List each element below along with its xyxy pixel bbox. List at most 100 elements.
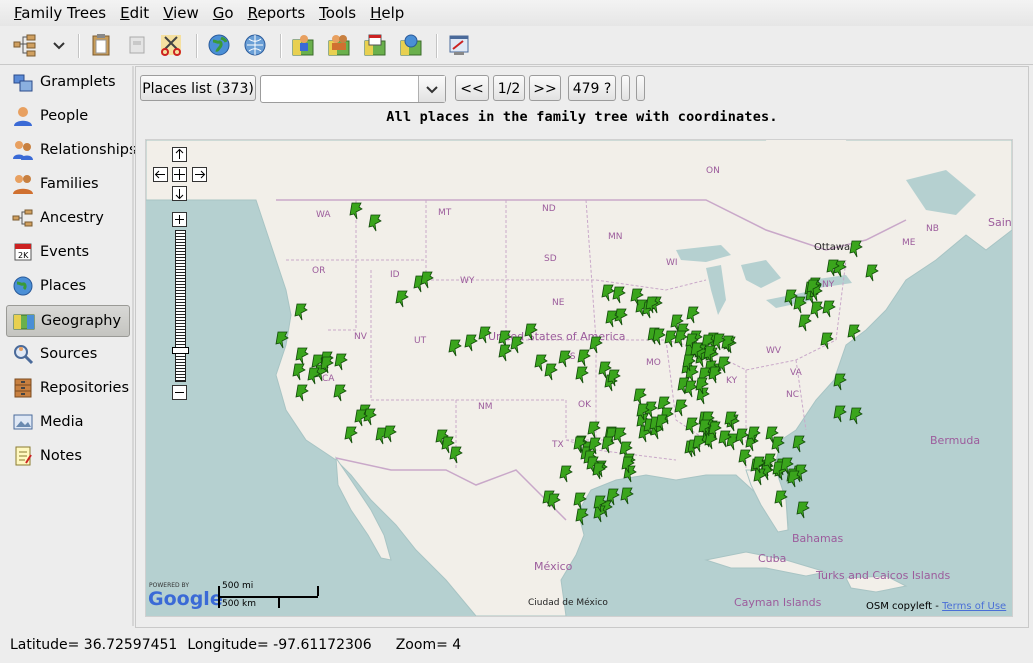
place-marker[interactable] — [498, 344, 512, 362]
place-marker[interactable] — [294, 303, 308, 321]
place-marker[interactable] — [793, 296, 807, 314]
globe-icon[interactable] — [206, 32, 232, 58]
place-marker[interactable] — [354, 409, 368, 427]
place-marker[interactable] — [747, 426, 761, 444]
place-marker[interactable] — [588, 437, 602, 455]
zoom-slider-handle[interactable] — [172, 347, 189, 354]
place-marker[interactable] — [577, 349, 591, 367]
place-marker[interactable] — [708, 366, 722, 384]
pan-up-button[interactable] — [172, 147, 187, 162]
place-marker[interactable] — [478, 326, 493, 344]
place-marker[interactable] — [448, 339, 462, 357]
sidebar-item-gramplets[interactable]: Gramplets — [6, 67, 130, 97]
sidebar-item-events[interactable]: 2K Events — [6, 237, 130, 267]
chevron-down-icon[interactable] — [418, 76, 445, 102]
place-marker[interactable] — [524, 323, 538, 341]
place-marker[interactable] — [682, 354, 697, 372]
place-marker[interactable] — [292, 363, 306, 381]
dropdown-arrow-icon[interactable] — [46, 32, 65, 58]
place-marker[interactable] — [847, 324, 861, 342]
menu-tools[interactable]: Tools — [312, 0, 363, 26]
menu-edit[interactable]: Edit — [113, 0, 156, 26]
place-marker[interactable] — [796, 501, 810, 519]
place-marker[interactable] — [620, 487, 634, 505]
tree-view-icon[interactable] — [12, 32, 38, 58]
place-marker[interactable] — [464, 334, 478, 352]
sidebar-divider[interactable] — [132, 66, 134, 626]
map-canvas[interactable]: WA MT ND MN OR ID SD WI WY NE NV UT CA K… — [145, 139, 1013, 617]
sidebar-item-families[interactable]: Families — [6, 169, 130, 199]
place-marker[interactable] — [636, 403, 650, 421]
place-marker[interactable] — [833, 373, 847, 391]
place-marker[interactable] — [806, 279, 820, 297]
sidebar-item-geography[interactable]: Geography — [6, 305, 130, 337]
place-combo[interactable] — [260, 75, 446, 103]
place-marker[interactable] — [674, 399, 688, 417]
place-marker[interactable] — [621, 456, 635, 474]
map-event-icon[interactable] — [362, 32, 388, 58]
place-marker[interactable] — [686, 306, 700, 324]
place-marker[interactable] — [605, 310, 620, 328]
pan-left-button[interactable] — [153, 167, 168, 182]
place-marker[interactable] — [849, 240, 863, 258]
sidebar-item-ancestry[interactable]: Ancestry — [6, 203, 130, 233]
place-marker[interactable] — [833, 405, 848, 423]
place-marker[interactable] — [849, 407, 863, 425]
places-list-button[interactable]: Places list (373) — [140, 75, 256, 101]
sidebar-item-repositories[interactable]: Repositories — [6, 373, 130, 403]
zoom-slider[interactable] — [175, 230, 186, 382]
extra-button-2[interactable] — [636, 75, 645, 101]
place-marker[interactable] — [575, 508, 589, 526]
page-indicator[interactable]: 1/2 — [493, 75, 525, 101]
place-marker[interactable] — [820, 332, 835, 350]
place-marker[interactable] — [692, 435, 707, 453]
book-icon[interactable] — [124, 32, 150, 58]
place-marker[interactable] — [724, 411, 738, 429]
sidebar-item-relationships[interactable]: Relationships — [6, 135, 137, 165]
place-marker[interactable] — [559, 465, 574, 483]
menu-go[interactable]: Go — [206, 0, 241, 26]
place-marker[interactable] — [718, 430, 732, 448]
place-marker[interactable] — [810, 301, 825, 319]
place-marker[interactable] — [275, 331, 290, 349]
clipboard-icon[interactable] — [88, 32, 114, 58]
place-marker[interactable] — [320, 356, 334, 374]
map-person-icon[interactable] — [290, 32, 316, 58]
globe-alt-icon[interactable] — [242, 32, 268, 58]
place-marker[interactable] — [613, 427, 627, 445]
place-marker[interactable] — [865, 264, 880, 282]
place-marker[interactable] — [774, 490, 788, 508]
next-page-button[interactable]: >> — [529, 75, 561, 101]
place-marker[interactable] — [752, 456, 766, 474]
place-marker[interactable] — [344, 426, 358, 444]
pan-center-button[interactable] — [172, 167, 187, 182]
terms-of-use-link[interactable]: Terms of Use — [942, 601, 1006, 612]
place-marker[interactable] — [349, 202, 363, 220]
sidebar-item-people[interactable]: People — [6, 101, 130, 131]
place-marker[interactable] — [575, 366, 589, 384]
menu-help[interactable]: Help — [363, 0, 411, 26]
place-marker[interactable] — [601, 284, 616, 302]
zoom-in-button[interactable] — [172, 212, 187, 227]
place-marker[interactable] — [295, 384, 309, 402]
count-button[interactable]: 479 ? — [568, 75, 616, 101]
map-place-icon[interactable] — [398, 32, 424, 58]
place-marker[interactable] — [703, 345, 717, 363]
place-marker[interactable] — [558, 350, 572, 368]
place-marker[interactable] — [395, 290, 409, 308]
menu-family-trees[interactable]: Family Trees — [7, 0, 113, 26]
place-marker[interactable] — [780, 457, 794, 475]
place-marker[interactable] — [598, 361, 613, 379]
place-marker[interactable] — [606, 488, 620, 506]
place-marker[interactable] — [652, 328, 667, 346]
place-marker[interactable] — [765, 426, 780, 444]
place-marker[interactable] — [383, 425, 397, 443]
previous-page-button[interactable]: << — [455, 75, 489, 101]
sidebar-item-sources[interactable]: Sources — [6, 339, 130, 369]
sidebar-item-media[interactable]: Media — [6, 407, 130, 437]
place-marker[interactable] — [420, 271, 435, 289]
pan-down-button[interactable] — [172, 186, 187, 201]
place-marker[interactable] — [547, 493, 561, 511]
sidebar-item-places[interactable]: Places — [6, 271, 130, 301]
place-marker[interactable] — [449, 446, 463, 464]
